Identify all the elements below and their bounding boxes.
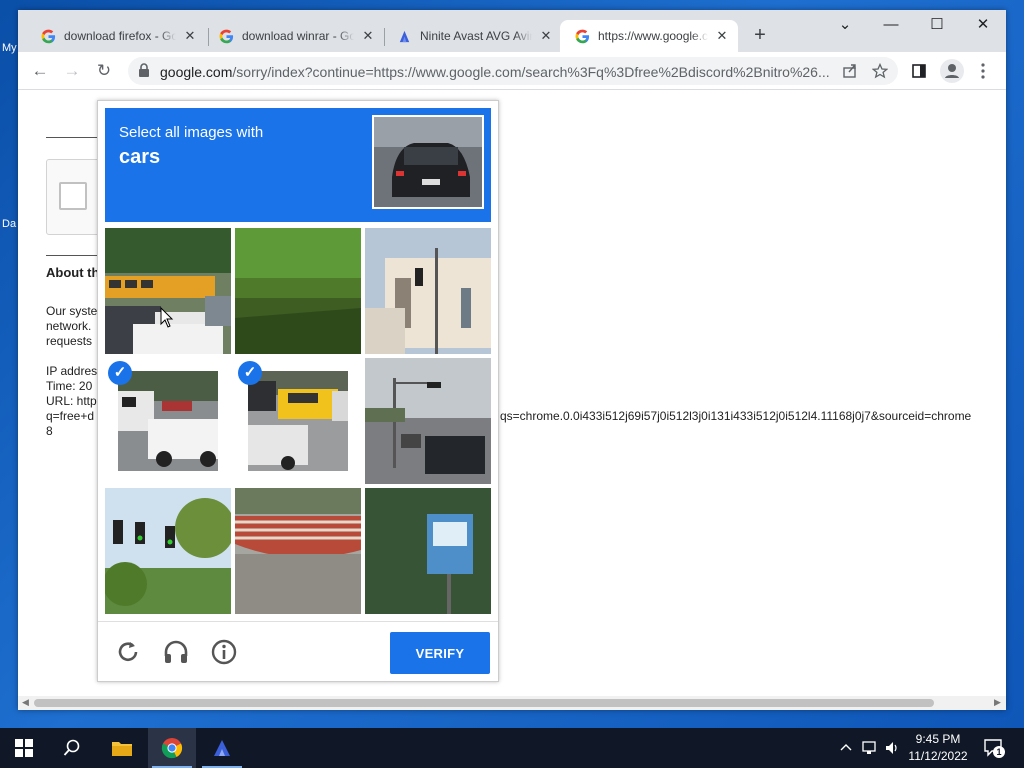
google-g-icon — [574, 28, 590, 44]
captcha-tile[interactable] — [365, 358, 491, 484]
volume-icon[interactable] — [884, 740, 900, 756]
google-g-icon — [218, 28, 234, 44]
tab-title: Ninite Avast AVG Avira — [420, 29, 532, 43]
chevron-up-icon[interactable] — [840, 742, 852, 754]
horizontal-scrollbar[interactable]: ◀ ▶ — [18, 696, 1006, 710]
captcha-tile[interactable] — [365, 228, 491, 354]
captcha-footer: VERIFY — [98, 621, 498, 681]
new-tab-button[interactable]: + — [748, 24, 772, 48]
close-window-button[interactable]: ✕ — [960, 10, 1006, 42]
reload-icon[interactable] — [114, 638, 142, 666]
tab-download-firefox[interactable]: download firefox - Google Search ✕ — [26, 20, 206, 52]
captcha-header: Select all images with cars — [105, 108, 491, 222]
close-icon[interactable]: ✕ — [538, 28, 554, 44]
url-text[interactable]: google.com/sorry/index?continue=https://… — [160, 64, 840, 80]
google-g-icon — [40, 28, 56, 44]
headphones-icon[interactable] — [162, 638, 190, 666]
address-bar[interactable]: google.com/sorry/index?continue=https://… — [128, 57, 898, 85]
system-clock[interactable]: 9:45 PM 11/12/2022 — [900, 731, 976, 765]
maximize-button[interactable]: ☐ — [914, 10, 960, 42]
ninite-icon — [396, 28, 412, 44]
close-icon[interactable]: ✕ — [360, 28, 376, 44]
captcha-tile[interactable] — [235, 488, 361, 614]
scroll-right-icon[interactable]: ▶ — [994, 697, 1001, 708]
captcha-challenge: Select all images with cars ✓ ✓ VERIFY — [97, 100, 499, 682]
close-icon[interactable]: ✕ — [714, 28, 730, 44]
desktop-icon-label[interactable]: Da — [2, 218, 16, 230]
menu-icon[interactable] — [980, 63, 986, 79]
bookmark-star-icon[interactable] — [872, 63, 888, 79]
info-icon[interactable] — [210, 638, 238, 666]
tab-search-dropdown-icon[interactable]: ⌄ — [822, 10, 868, 42]
captcha-tile[interactable] — [105, 488, 231, 614]
sample-image — [372, 115, 484, 209]
share-icon[interactable] — [842, 63, 858, 79]
captcha-tile[interactable] — [235, 228, 361, 354]
file-explorer-icon[interactable] — [98, 728, 146, 768]
chrome-icon[interactable] — [148, 728, 196, 768]
lock-icon[interactable] — [138, 63, 150, 77]
check-icon: ✓ — [108, 361, 132, 385]
recaptcha-checkbox[interactable] — [59, 182, 87, 210]
notification-icon[interactable]: 1 — [984, 738, 1005, 758]
verify-button[interactable]: VERIFY — [390, 632, 490, 674]
captcha-grid: ✓ ✓ — [105, 228, 491, 614]
captcha-instruction: Select all images with — [119, 124, 264, 141]
profile-icon[interactable] — [940, 59, 964, 83]
back-button[interactable]: ← — [28, 59, 52, 83]
taskbar: 9:45 PM 11/12/2022 1 — [0, 728, 1024, 768]
info-paragraph: Our syste network. requests — [46, 304, 98, 348]
about-heading: About th — [46, 265, 100, 280]
scroll-left-icon[interactable]: ◀ — [22, 697, 29, 708]
browser-toolbar: ← → ↻ google.com/sorry/index?continue=ht… — [18, 52, 1006, 90]
scrollbar-thumb[interactable] — [34, 699, 934, 707]
captcha-target: cars — [119, 146, 161, 168]
captcha-tile[interactable] — [105, 228, 231, 354]
tab-title: download firefox - Google Search — [64, 29, 176, 43]
tab-download-winrar[interactable]: download winrar - Google Search ✕ — [204, 20, 384, 52]
captcha-tile[interactable] — [365, 488, 491, 614]
minimize-button[interactable]: — — [868, 10, 914, 42]
ninite-icon[interactable] — [198, 728, 246, 768]
reload-button[interactable]: ↻ — [92, 59, 116, 83]
forward-button[interactable]: → — [60, 59, 84, 83]
captcha-tile[interactable]: ✓ — [105, 358, 231, 484]
start-icon[interactable] — [0, 728, 48, 768]
mouse-cursor-icon — [160, 307, 174, 328]
check-icon: ✓ — [238, 361, 262, 385]
side-panel-icon[interactable] — [912, 64, 926, 78]
search-icon[interactable] — [48, 728, 96, 768]
tab-ninite[interactable]: Ninite Avast AVG Avira ✕ — [382, 20, 562, 52]
tab-title: https://www.google.com/sorry — [598, 29, 708, 43]
tab-google-sorry[interactable]: https://www.google.com/sorry ✕ — [560, 20, 738, 52]
ip-details: IP addres Time: 20 URL: http q=free+d 8 — [46, 364, 98, 438]
close-icon[interactable]: ✕ — [182, 28, 198, 44]
tab-strip: download firefox - Google Search ✕ downl… — [18, 10, 1006, 52]
desktop-icon-label[interactable]: My — [2, 42, 17, 54]
notification-count: 1 — [993, 746, 1005, 758]
url-tail-text: qs=chrome.0.0i433i512j69i57j0i512l3j0i13… — [500, 409, 972, 423]
tab-title: download winrar - Google Search — [242, 29, 354, 43]
captcha-tile[interactable]: ✓ — [235, 358, 361, 484]
network-icon[interactable] — [862, 740, 880, 756]
